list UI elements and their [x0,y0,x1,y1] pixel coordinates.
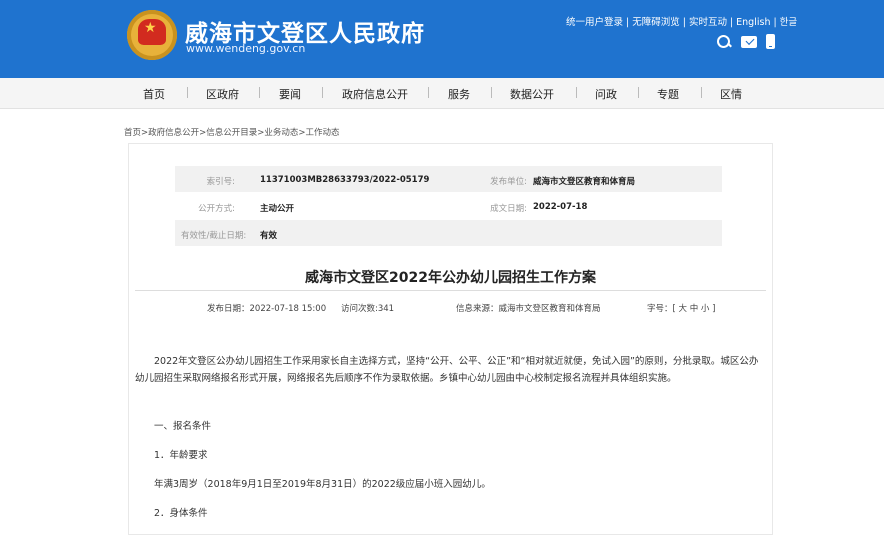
nav-item-inquiry[interactable]: 问政 [595,86,617,102]
article-panel: 索引号: 11371003MB28633793/2022-05179 发布单位:… [128,143,773,535]
disclosure-label: 公开方式: [198,204,235,214]
intro-paragraph: 2022年文登区公办幼儿园招生工作采用家长自主选择方式，坚持“公开、公平、公正”… [135,356,759,384]
list-item: 1．年龄要求 [154,450,208,461]
nav-item-service[interactable]: 服务 [448,86,470,102]
nav-item-data[interactable]: 数据公开 [510,86,554,102]
nav-item-topics[interactable]: 专题 [657,86,679,102]
english-link[interactable]: English [736,17,770,28]
nav-divider [576,87,577,98]
nav-divider [187,87,188,98]
interaction-link[interactable]: 实时互动 [689,14,727,28]
national-emblem-icon [127,10,177,60]
nav-item-home[interactable]: 首页 [143,86,165,102]
site-url: www.wendeng.gov.cn [186,42,306,55]
meta-row: 索引号: 11371003MB28633793/2022-05179 发布单位:… [175,166,722,192]
login-link[interactable]: 统一用户登录 [566,14,623,28]
main-nav: 首页 区政府 要闻 政府信息公开 服务 数据公开 问政 专题 区情 [0,78,884,109]
issue-date-value: 2022-07-18 [533,202,588,212]
publisher-value: 威海市文登区教育和体育局 [533,177,636,187]
index-label: 索引号: [206,177,235,187]
site-header: 威海市文登区人民政府 www.wendeng.gov.cn 统一用户登录|无障碍… [0,0,884,78]
nav-item-news[interactable]: 要闻 [279,86,301,102]
publisher-label: 发布单位: [490,177,527,187]
header-tools [716,34,775,50]
nav-divider [491,87,492,98]
visit-count: 访问次数:341 [341,304,395,314]
korean-link[interactable]: 한글 [780,14,797,28]
mail-icon[interactable] [741,36,757,48]
article-title: 威海市文登区2022年公办幼儿园招生工作方案 [305,270,596,286]
nav-divider [428,87,429,98]
list-item: 2．身体条件 [154,508,208,519]
nav-item-government[interactable]: 区政府 [206,86,239,102]
list-item-text: 年满3周岁（2018年9月1日至2019年8月31日）的2022级应届小班入园幼… [154,479,491,490]
info-source: 信息来源：威海市文登区教育和体育局 [456,304,601,314]
nav-divider [701,87,702,98]
disclosure-value: 主动公开 [260,204,295,214]
nav-item-district-info[interactable]: 区情 [720,86,742,102]
index-value: 11371003MB28633793/2022-05179 [260,175,430,185]
nav-divider [638,87,639,98]
issue-date-label: 成文日期: [490,204,527,214]
nav-item-disclosure[interactable]: 政府信息公开 [342,86,408,102]
validity-label: 有效性/截止日期: [181,231,247,241]
top-links: 统一用户登录 | 无障碍浏览 | 实时互动 | English | 한글 [566,14,797,28]
breadcrumb[interactable]: 首页>政府信息公开>信息公开目录>业务动态>工作动态 [124,126,340,138]
mobile-icon[interactable] [766,34,775,49]
nav-divider [259,87,260,98]
publish-date: 发布日期：2022-07-18 15:00 [207,304,327,314]
accessibility-link[interactable]: 无障碍浏览 [632,14,680,28]
validity-value: 有效 [260,231,278,241]
font-size-control[interactable]: 字号：[ 大 中 小 ] [647,302,715,314]
title-divider [135,290,766,291]
meta-row: 公开方式: 主动公开 成文日期: 2022-07-18 [175,193,722,219]
section-heading: 一、报名条件 [154,421,212,432]
nav-divider [322,87,323,98]
meta-row: 有效性/截止日期: 有效 [175,220,722,246]
search-icon[interactable] [716,34,732,50]
